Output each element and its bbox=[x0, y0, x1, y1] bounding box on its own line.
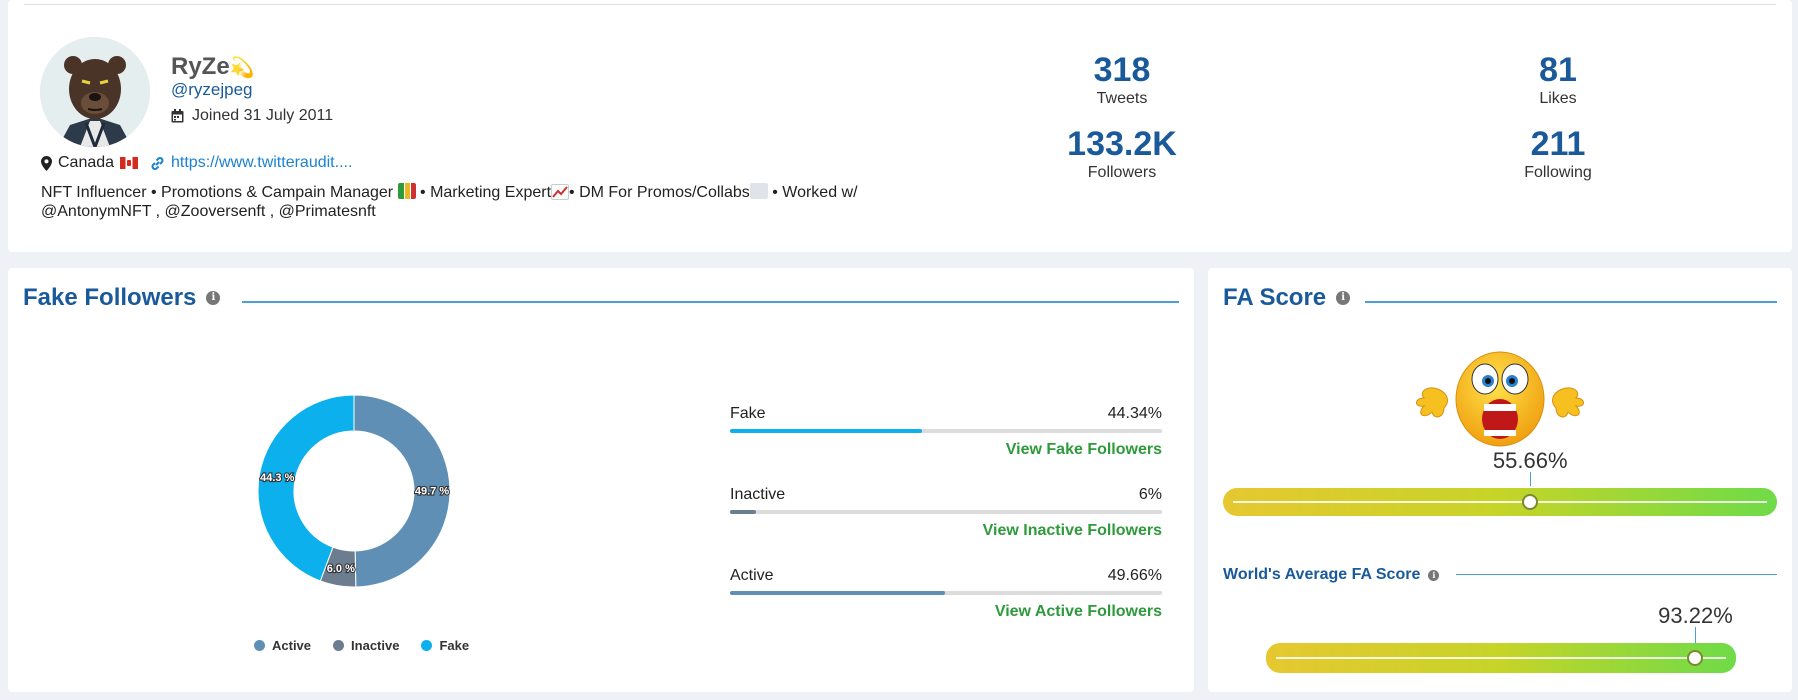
dizzy-icon: 💫 bbox=[229, 57, 255, 79]
bear-avatar-icon bbox=[40, 37, 150, 147]
avatar bbox=[40, 37, 150, 147]
view-fake-followers-link[interactable]: View Fake Followers bbox=[730, 441, 1162, 459]
joined-date: Joined 31 July 2011 bbox=[171, 107, 333, 125]
divider bbox=[24, 4, 1776, 5]
fa-score-title: FA Score i bbox=[1223, 284, 1351, 312]
stat-label: Following bbox=[1524, 164, 1592, 181]
metric-fake: Fake 44.34% View Fake Followers bbox=[730, 405, 1162, 459]
legend-label: Active bbox=[272, 638, 312, 653]
legend-swatch bbox=[333, 640, 345, 651]
metric-label: Active bbox=[730, 567, 774, 584]
location-text: Canada bbox=[58, 154, 115, 171]
legend-item-active[interactable]: Active bbox=[254, 638, 311, 653]
gauge-track bbox=[1233, 501, 1767, 503]
world-pointer bbox=[1695, 627, 1697, 643]
section-divider bbox=[1365, 301, 1777, 303]
legend-label: Fake bbox=[439, 638, 470, 653]
chart-increasing-icon bbox=[551, 184, 570, 200]
world-average-value: 93.22% bbox=[1658, 603, 1733, 628]
fake-followers-title: Fake Followers i bbox=[23, 284, 221, 312]
gauge-knob bbox=[1522, 494, 1539, 510]
bio-text-1: NFT Influencer • Promotions & Campain Ma… bbox=[41, 184, 394, 201]
metric-progress-bar bbox=[730, 429, 1162, 433]
metric-label: Fake bbox=[730, 405, 766, 422]
view-active-followers-link[interactable]: View Active Followers bbox=[730, 603, 1162, 621]
bio-text-3: • DM For Promos/Collabs bbox=[569, 184, 750, 201]
profile-handle[interactable]: @ryzejpeg bbox=[171, 80, 253, 100]
stat-label: Tweets bbox=[1096, 90, 1148, 107]
legend-swatch bbox=[421, 640, 433, 651]
gauge-track bbox=[1276, 657, 1726, 659]
bar-chart-icon bbox=[397, 183, 416, 199]
gauge-knob bbox=[1687, 650, 1704, 666]
donut-data-label: 49.7 % bbox=[415, 485, 449, 497]
stat-following: 211 Following bbox=[1458, 124, 1658, 182]
metric-value: 44.34% bbox=[1107, 405, 1162, 422]
metric-progress-fill bbox=[730, 429, 922, 433]
metric-value: 6% bbox=[1138, 486, 1162, 503]
donut-data-label: 44.3 % bbox=[260, 472, 294, 484]
bio-text-5: @AntonymNFT , @Zooversenft , @Primatesnf… bbox=[41, 203, 376, 220]
info-icon[interactable]: i bbox=[206, 291, 221, 305]
stat-value: 133.2K bbox=[1067, 125, 1177, 163]
profile-name: RyZe💫 bbox=[171, 53, 255, 80]
stat-value: 81 bbox=[1539, 51, 1577, 89]
location: Canada bbox=[41, 154, 139, 172]
metric-progress-bar bbox=[730, 591, 1162, 595]
subsection-title-text: World's Average FA Score bbox=[1223, 566, 1421, 583]
metric-value: 49.66% bbox=[1107, 567, 1162, 584]
section-divider bbox=[242, 301, 1179, 303]
bio-text-2: • Marketing Expert bbox=[420, 184, 552, 201]
profile-card: RyZe💫 @ryzejpeg Joined 31 July 2011 Cana… bbox=[8, 0, 1792, 252]
donut-data-label: 6.0 % bbox=[327, 563, 355, 575]
fa-score-card: FA Score i 55.66% World's Average FA Sco… bbox=[1208, 268, 1792, 692]
calendar-icon bbox=[171, 109, 184, 123]
joined-text: Joined 31 July 2011 bbox=[192, 107, 334, 124]
chart-legend: Active Inactive Fake bbox=[254, 638, 469, 653]
world-average-gauge bbox=[1266, 643, 1736, 673]
stat-value: 211 bbox=[1530, 125, 1586, 163]
profile-link-text[interactable]: https://www.twitteraudit.... bbox=[171, 154, 352, 172]
canada-flag-icon bbox=[120, 157, 139, 169]
section-title-text: Fake Followers bbox=[23, 284, 197, 311]
stat-likes: 81 Likes bbox=[1458, 50, 1658, 108]
screaming-emoji-icon bbox=[1416, 351, 1584, 447]
stat-followers: 133.2K Followers bbox=[1022, 124, 1222, 182]
stat-value: 318 bbox=[1093, 51, 1151, 89]
metric-progress-fill bbox=[730, 591, 945, 595]
metric-inactive: Inactive 6% View Inactive Followers bbox=[730, 486, 1162, 540]
bio-text-4: • Worked w/ bbox=[772, 184, 858, 201]
legend-swatch bbox=[254, 640, 265, 651]
map-pin-icon bbox=[41, 155, 52, 171]
stat-tweets: 318 Tweets bbox=[1022, 50, 1222, 108]
legend-item-fake[interactable]: Fake bbox=[421, 638, 469, 653]
world-average-title: World's Average FA Score i bbox=[1223, 566, 1440, 584]
metric-progress-bar bbox=[730, 510, 1162, 514]
stat-label: Likes bbox=[1539, 90, 1577, 107]
fa-score-value: 55.66% bbox=[1492, 448, 1568, 473]
metric-label: Inactive bbox=[730, 486, 786, 503]
stat-label: Followers bbox=[1087, 164, 1157, 181]
info-icon[interactable]: i bbox=[1428, 569, 1440, 581]
fa-score-gauge bbox=[1223, 488, 1777, 516]
score-pointer bbox=[1530, 472, 1532, 486]
info-icon[interactable]: i bbox=[1336, 291, 1351, 305]
legend-item-inactive[interactable]: Inactive bbox=[333, 638, 399, 653]
fake-followers-card: Fake Followers i 49.7 % 6.0 % 44.3 % Activ… bbox=[8, 268, 1194, 692]
envelope-icon bbox=[749, 183, 768, 199]
fake-followers-donut-chart: 49.7 % 6.0 % 44.3 % bbox=[257, 394, 451, 588]
section-title-text: FA Score bbox=[1223, 284, 1327, 311]
legend-label: Inactive bbox=[351, 638, 400, 653]
profile-link[interactable]: https://www.twitteraudit.... bbox=[150, 154, 352, 172]
subsection-divider bbox=[1456, 574, 1777, 575]
metric-active: Active 49.66% View Active Followers bbox=[730, 567, 1162, 621]
link-icon bbox=[151, 156, 164, 170]
profile-bio: NFT Influencer • Promotions & Campain Ma… bbox=[41, 183, 921, 221]
view-inactive-followers-link[interactable]: View Inactive Followers bbox=[730, 522, 1162, 540]
metric-progress-fill bbox=[730, 510, 756, 514]
